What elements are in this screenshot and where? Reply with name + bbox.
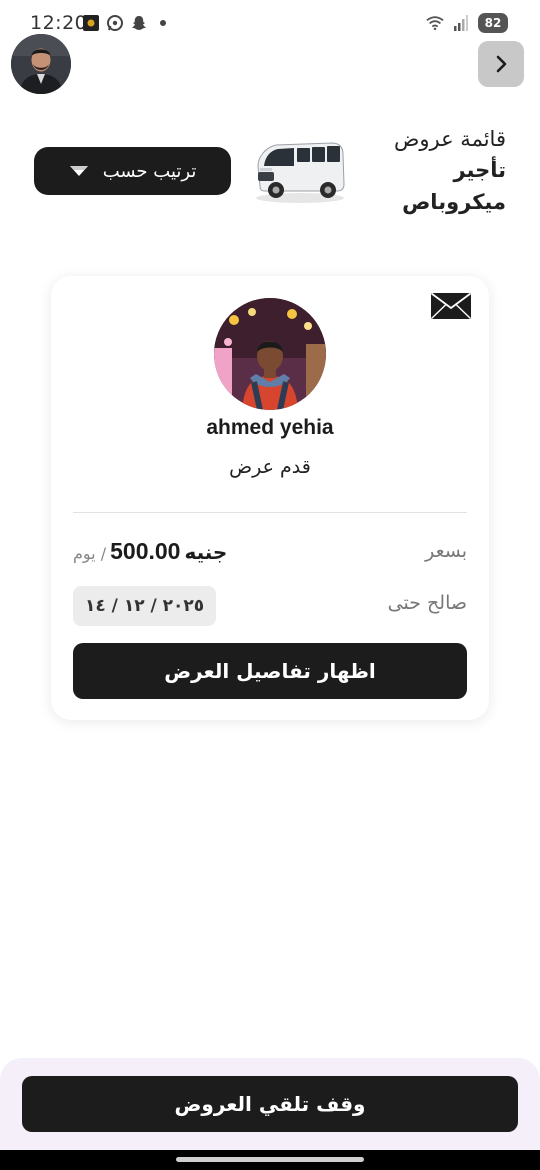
signal-icon bbox=[452, 14, 470, 32]
price-row: بسعر جنيه 500.00 / يوم bbox=[73, 534, 467, 574]
mail-icon[interactable] bbox=[430, 292, 472, 320]
sort-label: ترتيب حسب bbox=[102, 160, 197, 182]
snapchat-icon bbox=[130, 14, 148, 32]
offer-card: ahmed yehia قدم عرض بسعر جنيه 500.00 / ي… bbox=[51, 276, 489, 720]
show-offer-details-button[interactable]: اظهار تفاصيل العرض bbox=[73, 643, 467, 699]
title-line-1: قائمة عروض bbox=[393, 127, 506, 151]
system-icons: 82 bbox=[426, 13, 508, 33]
status-bar: 12:20 82 bbox=[0, 0, 540, 48]
wifi-icon bbox=[426, 14, 444, 32]
home-handle[interactable] bbox=[176, 1157, 364, 1162]
validity-row: صالح حتى ٢٠٢٥ / ١٢ / ١٤ bbox=[73, 586, 467, 626]
price-currency: جنيه bbox=[184, 540, 228, 564]
valid-until-label: صالح حتى bbox=[387, 592, 467, 614]
dot-icon bbox=[160, 20, 166, 26]
whatsapp-icon bbox=[106, 14, 124, 32]
system-nav-bar bbox=[0, 1150, 540, 1170]
sort-button[interactable]: ترتيب حسب bbox=[34, 147, 231, 195]
price-label: بسعر bbox=[425, 540, 467, 562]
stop-receiving-offers-button[interactable]: وقف تلقي العروض bbox=[22, 1076, 518, 1132]
offer-provider-name: ahmed yehia bbox=[206, 416, 334, 439]
chevron-right-icon bbox=[496, 55, 507, 73]
offer-subtitle: قدم عرض bbox=[229, 456, 311, 478]
back-button[interactable] bbox=[478, 41, 524, 87]
price-value: جنيه 500.00 / يوم bbox=[73, 538, 227, 565]
price-unit: / يوم bbox=[73, 544, 107, 563]
page-title: قائمة عروض تأجير ميكروباص bbox=[366, 124, 506, 218]
offer-avatar bbox=[214, 298, 326, 410]
valid-until-date: ٢٠٢٥ / ١٢ / ١٤ bbox=[73, 586, 217, 626]
status-time: 12:20 bbox=[30, 12, 88, 34]
divider bbox=[73, 512, 467, 513]
battery-icon: 82 bbox=[478, 13, 508, 33]
price-amount: 500.00 bbox=[110, 538, 181, 564]
chevron-down-icon bbox=[69, 166, 88, 176]
profile-avatar[interactable] bbox=[11, 34, 71, 94]
app-icon bbox=[82, 14, 100, 32]
title-line-3: ميكروباص bbox=[402, 190, 506, 214]
notification-icons bbox=[82, 14, 166, 32]
title-line-2: تأجير bbox=[453, 158, 506, 182]
microbus-image bbox=[250, 136, 350, 206]
